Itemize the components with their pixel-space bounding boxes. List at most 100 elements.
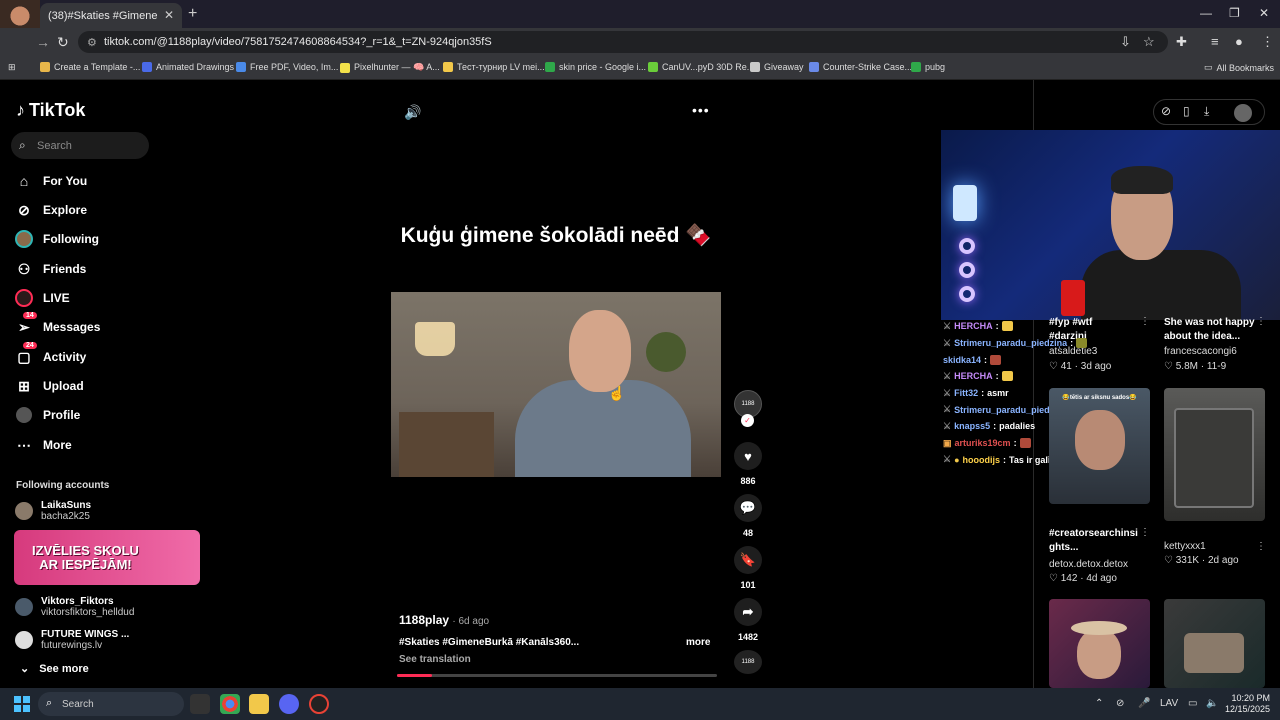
extensions-icon[interactable]: ✚: [1176, 34, 1187, 50]
nav-more[interactable]: ⋯ More: [15, 436, 72, 454]
video-card-title[interactable]: She was not happy about the idea...: [1164, 316, 1260, 344]
forward-icon[interactable]: →: [36, 34, 50, 50]
monitor-icon[interactable]: ▭: [1188, 698, 1197, 709]
search-input[interactable]: ⌕ Search: [11, 132, 149, 159]
network-icon[interactable]: ⊘: [1116, 698, 1124, 709]
card-options-icon[interactable]: ⋮: [1140, 316, 1150, 327]
ad-banner[interactable]: IZVĒLIES SKOLU AR IESPĒJĀM!: [14, 530, 200, 585]
taskbar-clock[interactable]: 10:20 PM 12/15/2025: [1225, 693, 1270, 715]
music-disc-icon[interactable]: 1188: [734, 650, 762, 674]
card-options-icon[interactable]: ⋮: [1256, 316, 1266, 327]
card-options-icon[interactable]: ⋮: [1140, 527, 1150, 538]
all-bookmarks[interactable]: ▭ All Bookmarks: [1204, 62, 1274, 73]
media-controls-icon[interactable]: ≡: [1211, 34, 1219, 49]
app-icon[interactable]: [309, 694, 329, 714]
file-explorer-icon[interactable]: [249, 694, 269, 714]
tray-expand-icon[interactable]: ⌃: [1095, 698, 1103, 709]
see-more-button[interactable]: ⌄ See more: [20, 662, 89, 676]
bookmark-star-icon[interactable]: ☆: [1143, 34, 1155, 50]
share-button[interactable]: ➦ 1482: [734, 598, 762, 642]
volume-icon[interactable]: 🔊: [404, 104, 421, 121]
save-button[interactable]: 🔖 101: [734, 546, 762, 590]
volume-icon[interactable]: 🔈: [1206, 698, 1218, 709]
video-card-user[interactable]: francescacongi6: [1164, 346, 1237, 357]
user-avatar[interactable]: [1234, 104, 1252, 122]
tiktok-logo[interactable]: ♪ TikTok: [16, 100, 85, 121]
tab-close-icon[interactable]: ✕: [164, 8, 174, 22]
bookmark-item[interactable]: Giveaway: [750, 62, 804, 72]
microphone-icon[interactable]: 🎤: [1138, 698, 1150, 709]
nav-messages[interactable]: ➢ 14 Messages: [15, 312, 100, 336]
bookmark-favicon-icon: [648, 62, 658, 72]
apps-grid-icon[interactable]: ⊞: [8, 62, 16, 73]
reload-icon[interactable]: ↻: [57, 34, 69, 51]
bookmark-item[interactable]: CanUV...pyD 30D Re...: [648, 62, 754, 72]
following-account[interactable]: FUTURE WINGS ... futurewings.lv: [15, 629, 129, 651]
task-view-icon[interactable]: [190, 694, 210, 714]
video-progress-bar[interactable]: [397, 674, 717, 677]
bookmark-item[interactable]: Counter-Strike Case...: [809, 62, 912, 72]
video-card-title[interactable]: #creatorsearchinsi ghts...: [1049, 527, 1145, 555]
nav-live[interactable]: LIVE: [15, 289, 70, 307]
site-info-icon[interactable]: ⚙: [87, 36, 97, 49]
person-head-shape: [569, 310, 631, 392]
video-card-thumbnail[interactable]: [1164, 388, 1265, 521]
nav-for-you[interactable]: ⌂ For You: [15, 172, 87, 190]
card-options-icon[interactable]: ⋮: [1256, 541, 1266, 552]
face-shape: [1077, 629, 1121, 679]
maximize-icon[interactable]: ❐: [1229, 6, 1240, 20]
browser-tab-active[interactable]: (38)#Skaties #GimeneBurkā #K ✕: [40, 3, 182, 28]
nav-explore[interactable]: ⊘ Explore: [15, 201, 87, 219]
description-more-button[interactable]: more: [686, 637, 710, 648]
bookmark-item[interactable]: skin price - Google i...: [545, 62, 646, 72]
windows-start-icon[interactable]: [14, 696, 30, 712]
install-app-icon[interactable]: ⇩: [1120, 34, 1131, 50]
tiktok-note-icon: ♪: [16, 100, 25, 120]
discord-icon[interactable]: [279, 694, 299, 714]
window-close-icon[interactable]: ✕: [1259, 6, 1269, 20]
activity-badge: 24: [23, 342, 37, 349]
video-card-thumbnail[interactable]: [1049, 599, 1150, 688]
nav-friends[interactable]: ⚇ Friends: [15, 260, 87, 278]
bookmark-item[interactable]: Create a Template -...: [40, 62, 140, 72]
see-translation-link[interactable]: See translation: [399, 654, 471, 665]
bookmark-item[interactable]: Тест-турнир LV mei...: [443, 62, 545, 72]
bookmark-item[interactable]: Pixelhunter — 🧠 A...: [340, 62, 440, 73]
share-icon: ➦: [734, 598, 762, 626]
following-account[interactable]: Viktors_Fiktors viktorsfiktors_helldud: [15, 596, 134, 618]
minimize-icon[interactable]: —: [1200, 6, 1212, 20]
nav-profile[interactable]: Profile: [15, 406, 80, 424]
browser-menu-icon[interactable]: ⋮: [1261, 34, 1274, 50]
bookmark-item[interactable]: Animated Drawings: [142, 62, 234, 72]
new-tab-icon[interactable]: +: [188, 5, 197, 23]
bookmark-favicon-icon: [443, 62, 453, 72]
phone-icon[interactable]: ▯: [1183, 104, 1190, 118]
like-button[interactable]: ♥ 886: [734, 442, 762, 486]
hand-cursor-icon: ☝: [608, 385, 626, 401]
compass-icon[interactable]: ⊘: [1161, 104, 1171, 118]
bookmark-item[interactable]: pubg: [911, 62, 945, 72]
comment-button[interactable]: 💬 48: [734, 494, 762, 538]
followed-check-icon[interactable]: ✓: [741, 414, 754, 427]
chat-emote-icon: [990, 354, 1002, 365]
download-icon[interactable]: ⤓: [1204, 104, 1209, 119]
nav-upload[interactable]: ⊞ Upload: [15, 377, 84, 395]
video-player[interactable]: [391, 292, 721, 477]
following-account[interactable]: LaikaSuns bacha2k25: [15, 500, 91, 522]
nav-following[interactable]: Following: [15, 230, 99, 248]
video-card-user[interactable]: kettyxxx1: [1164, 541, 1206, 552]
url-input[interactable]: ⚙ tiktok.com/@1188play/video/75817524746…: [78, 31, 1168, 53]
more-options-icon[interactable]: •••: [692, 102, 710, 118]
profile-icon[interactable]: ●: [1235, 34, 1243, 49]
bookmark-item[interactable]: Free PDF, Video, Im...: [236, 62, 338, 72]
chrome-icon[interactable]: [220, 694, 240, 714]
video-card-user[interactable]: detox.detox.detox: [1049, 559, 1128, 570]
language-indicator[interactable]: LAV: [1160, 698, 1178, 709]
video-card-thumbnail[interactable]: [1164, 599, 1265, 688]
video-card-stats: ♡ 5.8M · 11-9: [1164, 361, 1227, 372]
nav-activity[interactable]: ▢ 24 Activity: [15, 342, 86, 366]
fan-ring-shape: [959, 286, 975, 302]
video-card-thumbnail[interactable]: 😂tētis ar siksnu sados😂: [1049, 388, 1150, 504]
taskbar-search-input[interactable]: ⌕ Search: [38, 692, 184, 716]
video-author[interactable]: 1188play · 6d ago: [399, 613, 489, 627]
